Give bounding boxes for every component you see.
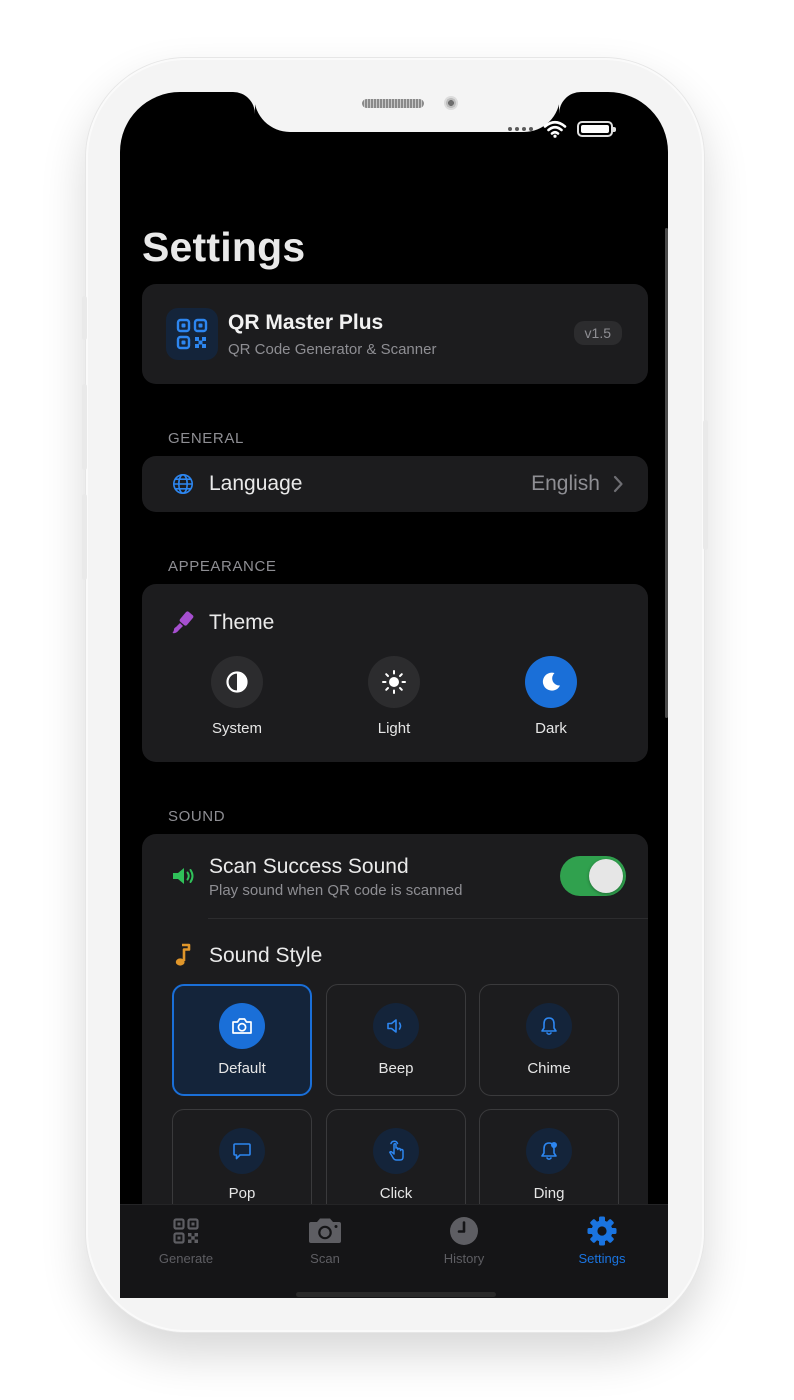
- language-label: Language: [209, 472, 303, 495]
- page-title: Settings: [142, 224, 306, 270]
- chevron-right-icon: [613, 475, 623, 493]
- qr-code-icon: [126, 1215, 246, 1247]
- music-note-icon: [173, 942, 193, 968]
- sun-icon: [368, 656, 420, 708]
- app-name: QR Master Plus: [228, 311, 384, 334]
- notch-corner-left: [233, 92, 255, 114]
- sound-style-label: Click: [379, 1185, 413, 1202]
- speaker-icon: [373, 1003, 419, 1049]
- section-header-general: GENERAL: [168, 430, 244, 447]
- moon-icon: [525, 656, 577, 708]
- theme-option-light[interactable]: Light: [339, 656, 449, 737]
- tab-generate[interactable]: Generate: [126, 1215, 246, 1266]
- theme-card: Theme System Light Dark: [142, 584, 648, 762]
- speaker-icon: [170, 864, 196, 888]
- sound-style-label: Pop: [228, 1185, 256, 1202]
- tab-label: Settings: [578, 1251, 626, 1266]
- section-header-appearance: APPEARANCE: [168, 558, 277, 575]
- sound-style-label: Default: [218, 1060, 266, 1077]
- tab-scan[interactable]: Scan: [265, 1215, 385, 1266]
- theme-label: Theme: [209, 611, 275, 634]
- volume-down-button: [82, 494, 87, 580]
- scan-success-sound-toggle[interactable]: [560, 856, 626, 896]
- wifi-icon: [543, 120, 567, 138]
- sound-style-chime[interactable]: Chime: [479, 984, 619, 1096]
- tab-history[interactable]: History: [404, 1215, 524, 1266]
- sound-style-label: Sound Style: [209, 944, 323, 967]
- clock-icon: [404, 1215, 524, 1247]
- tap-hand-icon: [373, 1128, 419, 1174]
- theme-option-label: System: [211, 720, 262, 737]
- bell-dot-icon: [526, 1128, 572, 1174]
- sound-card: Scan Success Sound Play sound when QR co…: [142, 834, 648, 1254]
- toggle-knob: [589, 859, 623, 893]
- language-value: English: [531, 472, 600, 495]
- status-bar: [508, 120, 616, 138]
- theme-option-dark[interactable]: Dark: [496, 656, 606, 737]
- tab-label: Scan: [310, 1251, 340, 1266]
- theme-option-label: Light: [377, 720, 411, 737]
- divider: [208, 918, 648, 919]
- qr-code-icon: [166, 308, 218, 360]
- language-row[interactable]: Language English: [142, 456, 648, 512]
- camera-icon: [219, 1003, 265, 1049]
- version-badge: v1.5: [573, 321, 622, 345]
- front-camera: [444, 96, 458, 110]
- tab-label: Generate: [158, 1251, 214, 1266]
- paintbrush-icon: [170, 610, 196, 636]
- section-header-sound: SOUND: [168, 808, 226, 825]
- volume-up-button: [82, 384, 87, 470]
- sound-style-label: Beep: [378, 1060, 414, 1077]
- gear-icon: [542, 1215, 662, 1247]
- bell-icon: [526, 1003, 572, 1049]
- sound-style-default[interactable]: Default: [172, 984, 312, 1096]
- globe-icon: [172, 473, 194, 495]
- app-subtitle: QR Code Generator & Scanner: [228, 341, 437, 358]
- scroll-indicator[interactable]: [665, 228, 668, 718]
- tab-label: History: [443, 1251, 485, 1266]
- theme-option-system[interactable]: System: [182, 656, 292, 737]
- sound-style-label: Ding: [533, 1185, 565, 1202]
- sound-style-beep[interactable]: Beep: [326, 984, 466, 1096]
- notch-corner-right: [559, 92, 581, 114]
- contrast-icon: [211, 656, 263, 708]
- tab-bar: Generate Scan History Settings: [120, 1204, 668, 1298]
- camera-icon: [265, 1215, 385, 1247]
- sound-style-label: Chime: [527, 1060, 571, 1077]
- tab-settings[interactable]: Settings: [542, 1215, 662, 1266]
- signal-dots-icon: [508, 127, 533, 131]
- theme-option-label: Dark: [535, 720, 567, 737]
- home-indicator: [296, 1292, 496, 1297]
- mute-switch: [82, 296, 87, 340]
- app-info-card: QR Master Plus QR Code Generator & Scann…: [142, 284, 648, 384]
- scan-success-sound-label: Scan Success Sound: [209, 855, 409, 878]
- chat-bubble-icon: [219, 1128, 265, 1174]
- power-button: [703, 420, 708, 550]
- battery-icon: [577, 121, 616, 137]
- scan-success-sound-description: Play sound when QR code is scanned: [209, 882, 463, 899]
- earpiece-speaker: [362, 99, 424, 108]
